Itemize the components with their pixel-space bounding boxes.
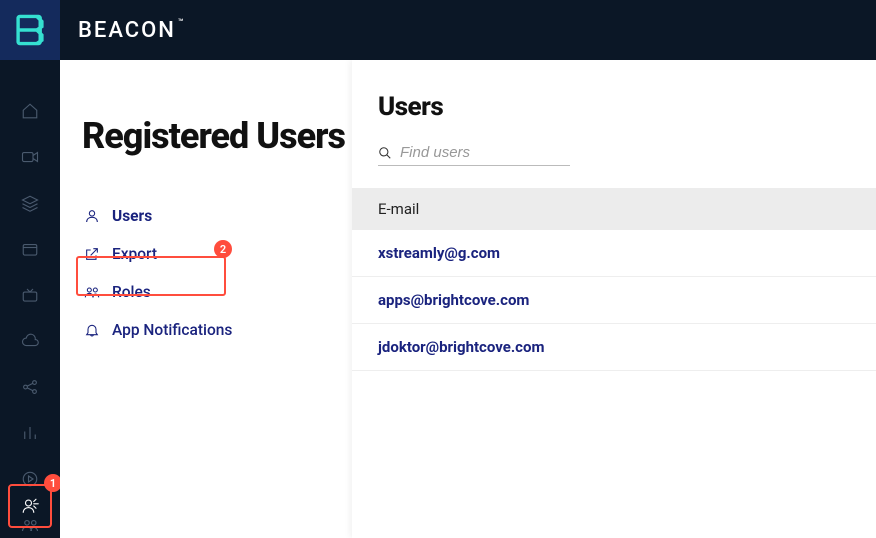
brand-logo-icon — [13, 13, 47, 47]
home-icon[interactable] — [19, 100, 41, 122]
search-input[interactable] — [400, 144, 560, 161]
bell-icon — [84, 322, 100, 338]
panel-title: Registered Users — [82, 116, 352, 157]
search-row — [378, 144, 570, 166]
menu-item-notifications[interactable]: App Notifications — [82, 317, 352, 343]
search-icon — [378, 146, 392, 160]
menu-label: Users — [112, 207, 152, 225]
table-row[interactable]: xstreamly@g.com — [352, 230, 876, 277]
cloud-icon[interactable] — [19, 330, 41, 352]
registered-users-nav-icon[interactable] — [8, 484, 52, 528]
wallet-icon[interactable] — [19, 238, 41, 260]
table-row[interactable]: jdoktor@brightcove.com — [352, 324, 876, 371]
menu-item-users[interactable]: Users — [82, 203, 352, 229]
user-icon — [84, 208, 100, 224]
video-icon[interactable] — [19, 146, 41, 168]
annotation-badge-2: 2 — [214, 240, 232, 258]
share-icon[interactable] — [19, 376, 41, 398]
nav-rail: 1 — [0, 60, 60, 538]
analytics-icon[interactable] — [19, 422, 41, 444]
menu-label: Export — [112, 245, 157, 263]
menu-item-roles[interactable]: Roles — [82, 279, 352, 305]
tv-icon[interactable] — [19, 284, 41, 306]
brand-logo-box[interactable] — [0, 0, 60, 60]
table-header-email: E-mail — [352, 188, 876, 230]
table-row[interactable]: apps@brightcove.com — [352, 277, 876, 324]
menu-label: App Notifications — [112, 321, 232, 339]
panel-menu: Users Export Roles App Notifications — [82, 203, 352, 343]
roles-icon — [84, 284, 100, 300]
export-icon — [84, 246, 100, 262]
main-content: Users E-mail xstreamly@g.com apps@bright… — [352, 60, 876, 538]
brand-name: BEACON™ — [78, 18, 186, 43]
main-title: Users — [378, 92, 876, 122]
users-table: E-mail xstreamly@g.com apps@brightcove.c… — [352, 188, 876, 371]
app-header: BEACON™ — [0, 0, 876, 60]
secondary-panel: Registered Users Users Export Roles App … — [60, 60, 352, 538]
layers-icon[interactable] — [19, 192, 41, 214]
menu-label: Roles — [112, 283, 151, 301]
